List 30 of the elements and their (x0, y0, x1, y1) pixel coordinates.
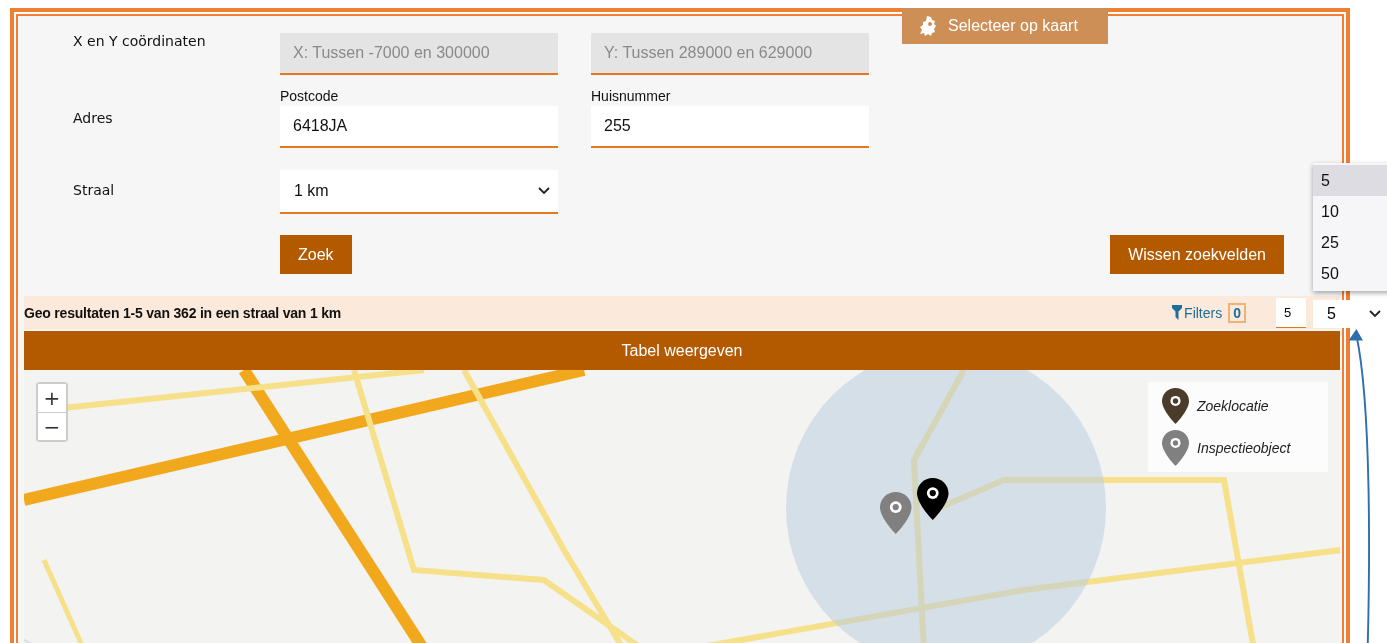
chevron-down-icon (538, 187, 550, 195)
map-pin-icon (1162, 388, 1189, 424)
postcode-field[interactable]: 6418JA (280, 106, 558, 148)
radius-select[interactable]: 1 km (280, 170, 558, 214)
menu-option[interactable]: 5 (1313, 165, 1387, 196)
clear-fields-button[interactable]: Wissen zoekvelden (1110, 235, 1284, 274)
map-view[interactable]: + − Zoeklocatie Inspectieobject (24, 370, 1340, 643)
show-table-button[interactable]: Tabel weergeven (24, 331, 1340, 370)
legend-label: Zoeklocatie (1197, 398, 1269, 414)
funnel-icon (1172, 305, 1183, 320)
chevron-down-icon (1369, 310, 1381, 318)
menu-option[interactable]: 50 (1313, 258, 1387, 289)
map-pin-icon (880, 492, 912, 534)
legend-label: Inspectieobject (1197, 440, 1291, 456)
house-number-field[interactable]: 255 (591, 106, 869, 148)
menu-option[interactable]: 10 (1313, 196, 1387, 227)
map-pin-icon (917, 478, 949, 520)
field-label: Postcode (280, 88, 340, 104)
filters-link[interactable]: Filters (1172, 304, 1223, 321)
menu-option[interactable]: 25 (1313, 227, 1387, 258)
field-label: X en Y coördinaten (73, 33, 206, 49)
page-size-input[interactable]: 5 (1276, 297, 1306, 328)
map-pin-icon (1162, 430, 1189, 466)
field-label: Straal (73, 182, 115, 198)
field-label: Huisnummer (591, 88, 672, 104)
results-summary: Geo resultaten 1-5 van 362 in een straal van 1 km (24, 304, 343, 321)
filter-count: 0 (1228, 302, 1246, 323)
field-label: Adres (73, 110, 113, 126)
zoom-out-button[interactable]: − (38, 412, 66, 440)
search-button[interactable]: Zoek (280, 235, 352, 274)
